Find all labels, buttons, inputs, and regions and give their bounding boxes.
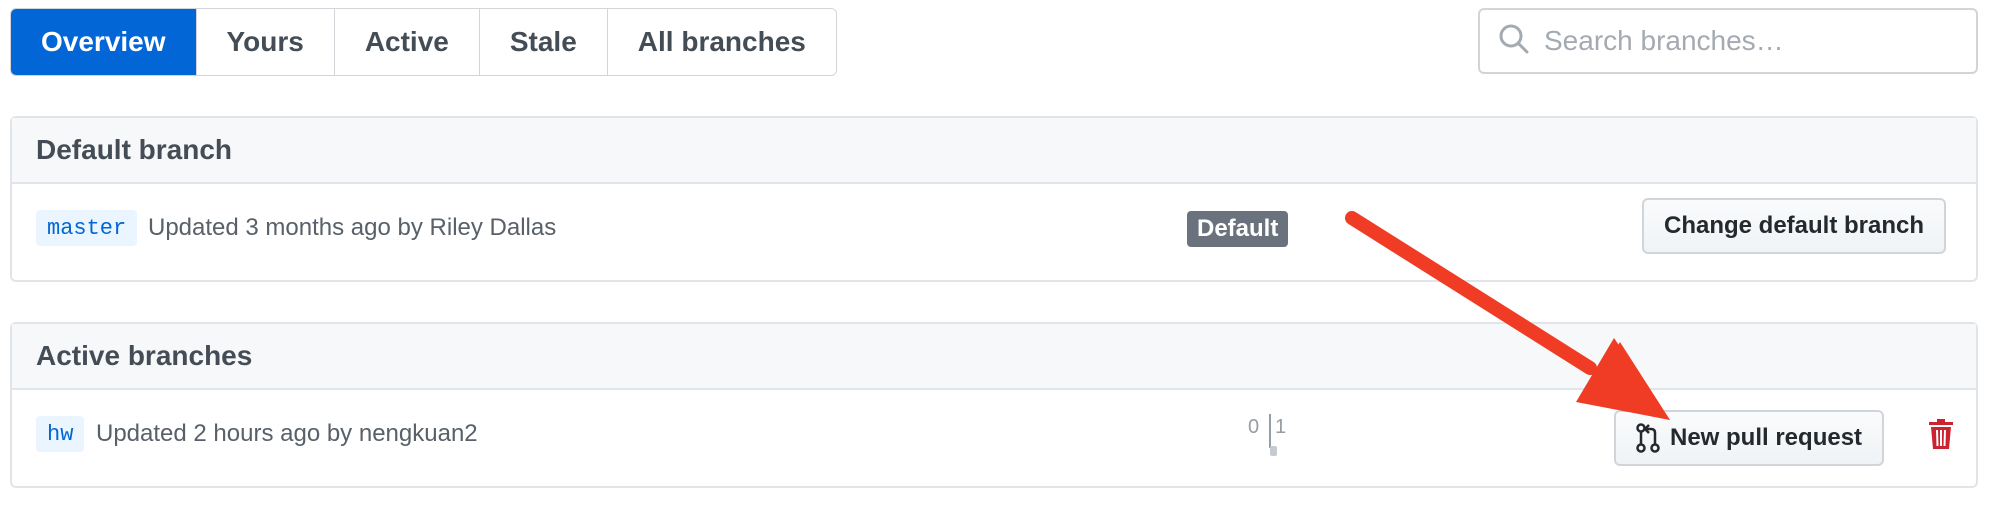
new-pull-request-button[interactable]: New pull request [1614,410,1885,466]
tab-yours[interactable]: Yours [195,9,334,75]
branch-row-master: master Updated 3 months ago by Riley Dal… [12,184,1976,276]
search-input[interactable] [1542,24,1966,58]
default-branch-box: Default branch master Updated 3 months a… [10,116,1978,282]
author-link[interactable]: nengkuan2 [359,420,478,447]
ahead-behind-indicator: 0 1 [1248,412,1292,458]
new-pull-request-label: New pull request [1670,424,1863,451]
updated-text: Updated 2 hours ago by [96,420,353,447]
ahead-bar [1270,446,1277,456]
trash-icon[interactable] [1928,418,1954,455]
branch-row-hw: hw Updated 2 hours ago by nengkuan2 0 1 [12,390,1976,482]
tab-active[interactable]: Active [333,9,479,75]
search-box [1478,8,1978,74]
tab-all-branches[interactable]: All branches [606,9,836,75]
author-link[interactable]: Riley Dallas [430,214,557,241]
branch-meta: Updated 2 hours ago by nengkuan2 [96,420,478,448]
search-icon [1498,23,1530,60]
change-default-branch-button[interactable]: Change default branch [1642,198,1947,254]
active-branches-title: Active branches [12,324,1976,390]
tab-stale[interactable]: Stale [478,9,607,75]
behind-count: 0 [1248,416,1260,438]
default-badge: Default [1187,211,1289,247]
branch-name-link[interactable]: hw [36,416,85,452]
git-pull-request-icon [1636,422,1660,454]
branch-name-link[interactable]: master [36,210,138,246]
ahead-count: 1 [1275,416,1287,438]
tab-overview[interactable]: Overview [11,9,196,75]
branch-meta: Updated 3 months ago by Riley Dallas [148,214,556,242]
default-branch-title: Default branch [12,118,1976,184]
updated-text: Updated 3 months ago by [148,214,423,241]
branch-filter-tabs: Overview Yours Active Stale All branches [10,8,837,76]
active-branches-box: Active branches hw Updated 2 hours ago b… [10,322,1978,488]
ahead-behind-divider [1269,414,1271,448]
